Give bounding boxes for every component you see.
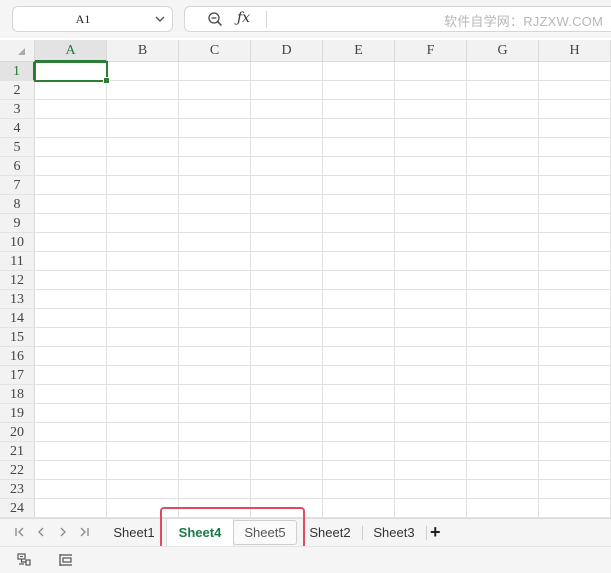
sheet-tab-sheet2[interactable]: Sheet2 <box>300 519 360 546</box>
last-sheet-icon[interactable] <box>78 526 90 538</box>
grid-hline <box>35 403 611 404</box>
row-header-24[interactable]: 24 <box>0 499 35 518</box>
grid-vline <box>178 62 179 518</box>
fx-icon[interactable]: ƒx <box>237 10 250 26</box>
watermark-text: 软件自学网：RJZXW.COM <box>444 14 603 29</box>
grid-hline <box>35 137 611 138</box>
row-header-23[interactable]: 23 <box>0 480 35 499</box>
grid-hline <box>35 213 611 214</box>
spreadsheet-grid[interactable]: ABCDEFGH 1 2 3 4 5 6 7 8 9 10 11 12 13 14 15 16 17 18 19 20… <box>0 40 611 518</box>
grid-hline <box>35 118 611 119</box>
grid-vline <box>394 62 395 518</box>
formula-input-area[interactable]: ƒx 软件自学网：RJZXW.COM <box>184 6 611 32</box>
grid-hline <box>35 232 611 233</box>
sheet-tab-sheet1[interactable]: Sheet1 <box>104 519 164 546</box>
macro-icon[interactable] <box>16 552 32 568</box>
column-header-c[interactable]: C <box>179 40 251 62</box>
outline-icon[interactable] <box>58 552 74 568</box>
grid-hline <box>35 384 611 385</box>
grid-vline <box>250 62 251 518</box>
column-header-f[interactable]: F <box>395 40 467 62</box>
row-header-6[interactable]: 6 <box>0 157 35 176</box>
grid-hline <box>35 422 611 423</box>
grid-hline <box>35 346 611 347</box>
grid-hline <box>35 327 611 328</box>
row-header-2[interactable]: 2 <box>0 81 35 100</box>
name-box-value: A1 <box>75 12 91 26</box>
column-header-b[interactable]: B <box>107 40 179 62</box>
select-all-corner[interactable] <box>0 40 35 62</box>
grid-hline <box>35 308 611 309</box>
grid-hline <box>35 99 611 100</box>
row-header-7[interactable]: 7 <box>0 176 35 195</box>
grid-vline <box>466 62 467 518</box>
grid-hline <box>35 194 611 195</box>
row-header-14[interactable]: 14 <box>0 309 35 328</box>
row-header-15[interactable]: 15 <box>0 328 35 347</box>
grid-hline <box>35 251 611 252</box>
grid-hline <box>35 80 611 81</box>
grid-hline <box>35 498 611 499</box>
first-sheet-icon[interactable] <box>14 526 26 538</box>
add-sheet-button[interactable]: + <box>430 523 444 541</box>
row-header-8[interactable]: 8 <box>0 195 35 214</box>
grid-vline <box>106 62 107 518</box>
grid-hline <box>35 175 611 176</box>
row-header-3[interactable]: 3 <box>0 100 35 119</box>
row-header-1[interactable]: 1 <box>0 62 35 81</box>
column-header-e[interactable]: E <box>323 40 395 62</box>
grid-hline <box>35 156 611 157</box>
row-header-12[interactable]: 12 <box>0 271 35 290</box>
column-header-a[interactable]: A <box>35 40 107 62</box>
row-header-9[interactable]: 9 <box>0 214 35 233</box>
row-header-18[interactable]: 18 <box>0 385 35 404</box>
sheet-tab-sheet5[interactable]: Sheet5 <box>233 520 297 545</box>
zoom-icon[interactable] <box>207 11 223 27</box>
formula-separator <box>266 11 267 28</box>
row-header-22[interactable]: 22 <box>0 461 35 480</box>
column-header-h[interactable]: H <box>539 40 611 62</box>
active-cell[interactable] <box>34 61 110 84</box>
grid-hline <box>35 441 611 442</box>
row-header-20[interactable]: 20 <box>0 423 35 442</box>
status-bar <box>0 546 611 573</box>
row-header-19[interactable]: 19 <box>0 404 35 423</box>
grid-hline <box>35 289 611 290</box>
chevron-down-icon[interactable] <box>154 13 166 25</box>
row-header-16[interactable]: 16 <box>0 347 35 366</box>
grid-vline <box>538 62 539 518</box>
name-box[interactable]: A1 <box>12 6 173 32</box>
formula-bar: A1 ƒx 软件自学网：RJZXW.COM <box>0 0 611 38</box>
grid-hline <box>35 270 611 271</box>
prev-sheet-icon[interactable] <box>35 526 47 538</box>
row-header-11[interactable]: 11 <box>0 252 35 271</box>
row-header-4[interactable]: 4 <box>0 119 35 138</box>
select-all-triangle-icon <box>18 48 25 55</box>
sheet-tab-sheet3[interactable]: Sheet3 <box>364 519 424 546</box>
row-header-5[interactable]: 5 <box>0 138 35 157</box>
grid-hline <box>35 460 611 461</box>
tab-separator <box>362 526 363 540</box>
tab-separator <box>426 526 427 540</box>
row-header-13[interactable]: 13 <box>0 290 35 309</box>
grid-vline <box>322 62 323 518</box>
column-header-d[interactable]: D <box>251 40 323 62</box>
row-header-17[interactable]: 17 <box>0 366 35 385</box>
row-header-10[interactable]: 10 <box>0 233 35 252</box>
grid-hline <box>35 479 611 480</box>
sheet-tab-bar: Sheet1 Sheet4 Sheet5 Sheet2 Sheet3 + <box>0 518 611 546</box>
column-header-g[interactable]: G <box>467 40 539 62</box>
grid-hline <box>35 365 611 366</box>
next-sheet-icon[interactable] <box>57 526 69 538</box>
row-header-21[interactable]: 21 <box>0 442 35 461</box>
sheet-tab-sheet4[interactable]: Sheet4 <box>166 519 234 546</box>
